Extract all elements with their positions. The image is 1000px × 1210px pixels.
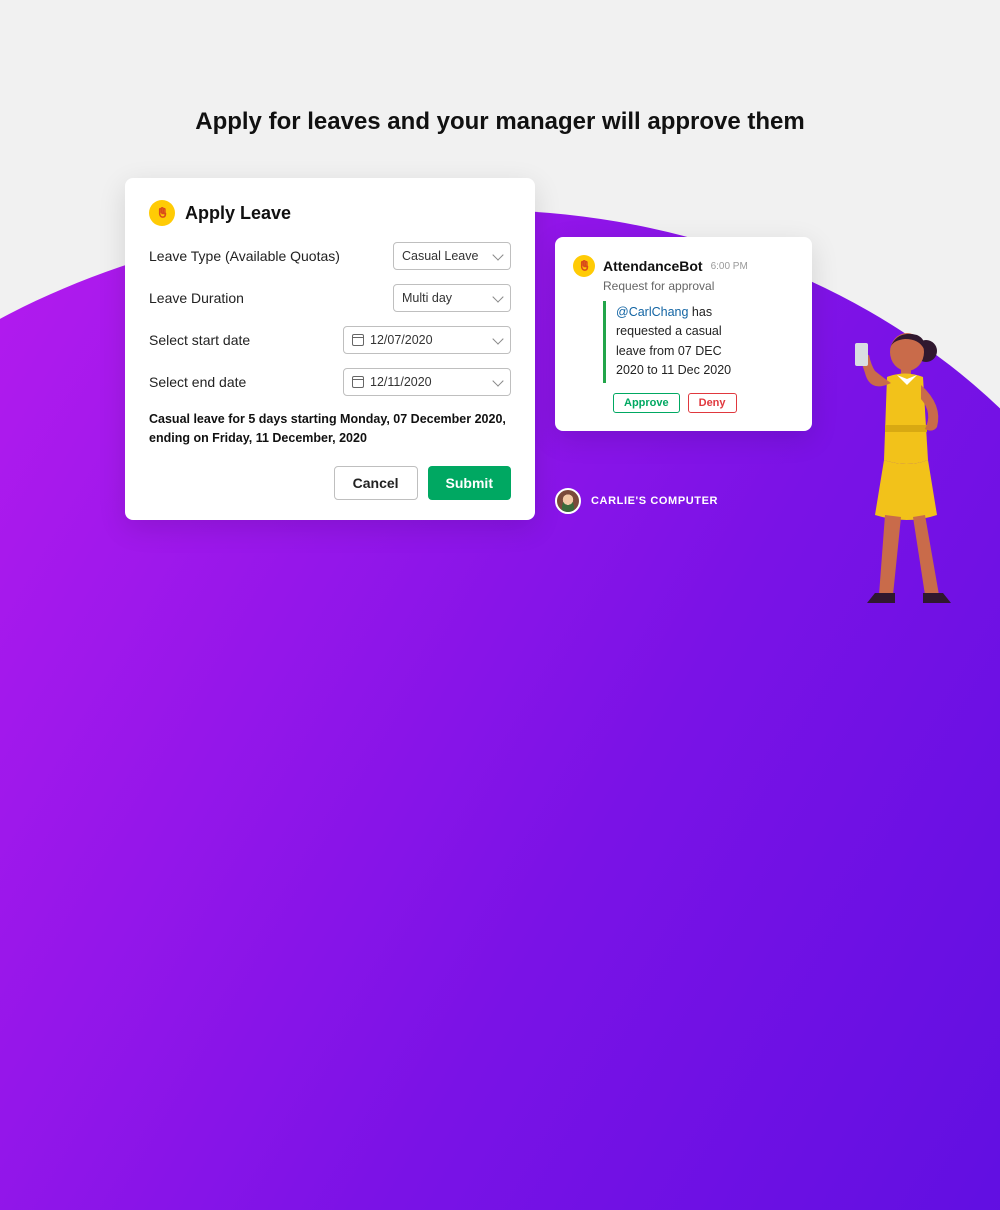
start-date-row: Select start date 12/07/2020: [149, 326, 511, 354]
leave-type-label: Leave Type (Available Quotas): [149, 248, 393, 264]
deny-button[interactable]: Deny: [688, 393, 737, 413]
start-date-input[interactable]: 12/07/2020: [343, 326, 511, 354]
end-date-label: Select end date: [149, 374, 343, 390]
woman-illustration: [825, 315, 965, 615]
chevron-down-icon: [492, 333, 503, 344]
end-date-input[interactable]: 12/11/2020: [343, 368, 511, 396]
bot-name: AttendanceBot: [603, 258, 703, 274]
leave-type-row: Leave Type (Available Quotas) Casual Lea…: [149, 242, 511, 270]
apply-leave-title: Apply Leave: [185, 203, 291, 224]
duration-value: Multi day: [402, 291, 452, 305]
chevron-down-icon: [492, 375, 503, 386]
duration-select[interactable]: Multi day: [393, 284, 511, 312]
apply-actions: Cancel Submit: [149, 466, 511, 500]
end-date-value: 12/11/2020: [370, 375, 432, 389]
approval-actions: Approve Deny: [613, 393, 794, 413]
approval-message: @CarlChang has requested a casual leave …: [603, 301, 743, 383]
leave-type-select[interactable]: Casual Leave: [393, 242, 511, 270]
avatar: [555, 488, 581, 514]
apply-leave-title-row: Apply Leave: [149, 200, 511, 226]
duration-label: Leave Duration: [149, 290, 393, 306]
submit-button[interactable]: Submit: [428, 466, 511, 500]
leave-summary-text: Casual leave for 5 days starting Monday,…: [149, 410, 511, 448]
user-device-label: CARLIE'S COMPUTER: [591, 495, 718, 507]
page-heading: Apply for leaves and your manager will a…: [0, 108, 1000, 136]
cancel-button[interactable]: Cancel: [334, 466, 418, 500]
user-device-row: CARLIE'S COMPUTER: [555, 488, 718, 514]
chevron-down-icon: [492, 291, 503, 302]
calendar-icon: [352, 376, 364, 388]
attendancebot-card: AttendanceBot 6:00 PM Request for approv…: [555, 237, 812, 431]
bot-subtitle: Request for approval: [603, 279, 794, 293]
calendar-icon: [352, 334, 364, 346]
approve-button[interactable]: Approve: [613, 393, 680, 413]
hand-icon: [149, 200, 175, 226]
bot-header: AttendanceBot 6:00 PM: [573, 255, 794, 277]
user-mention[interactable]: @CarlChang: [616, 305, 688, 319]
leave-type-value: Casual Leave: [402, 249, 478, 263]
chevron-down-icon: [492, 249, 503, 260]
hand-icon: [573, 255, 595, 277]
start-date-label: Select start date: [149, 332, 343, 348]
start-date-value: 12/07/2020: [370, 333, 433, 347]
bot-timestamp: 6:00 PM: [711, 261, 748, 272]
end-date-row: Select end date 12/11/2020: [149, 368, 511, 396]
duration-row: Leave Duration Multi day: [149, 284, 511, 312]
apply-leave-card: Apply Leave Leave Type (Available Quotas…: [125, 178, 535, 520]
